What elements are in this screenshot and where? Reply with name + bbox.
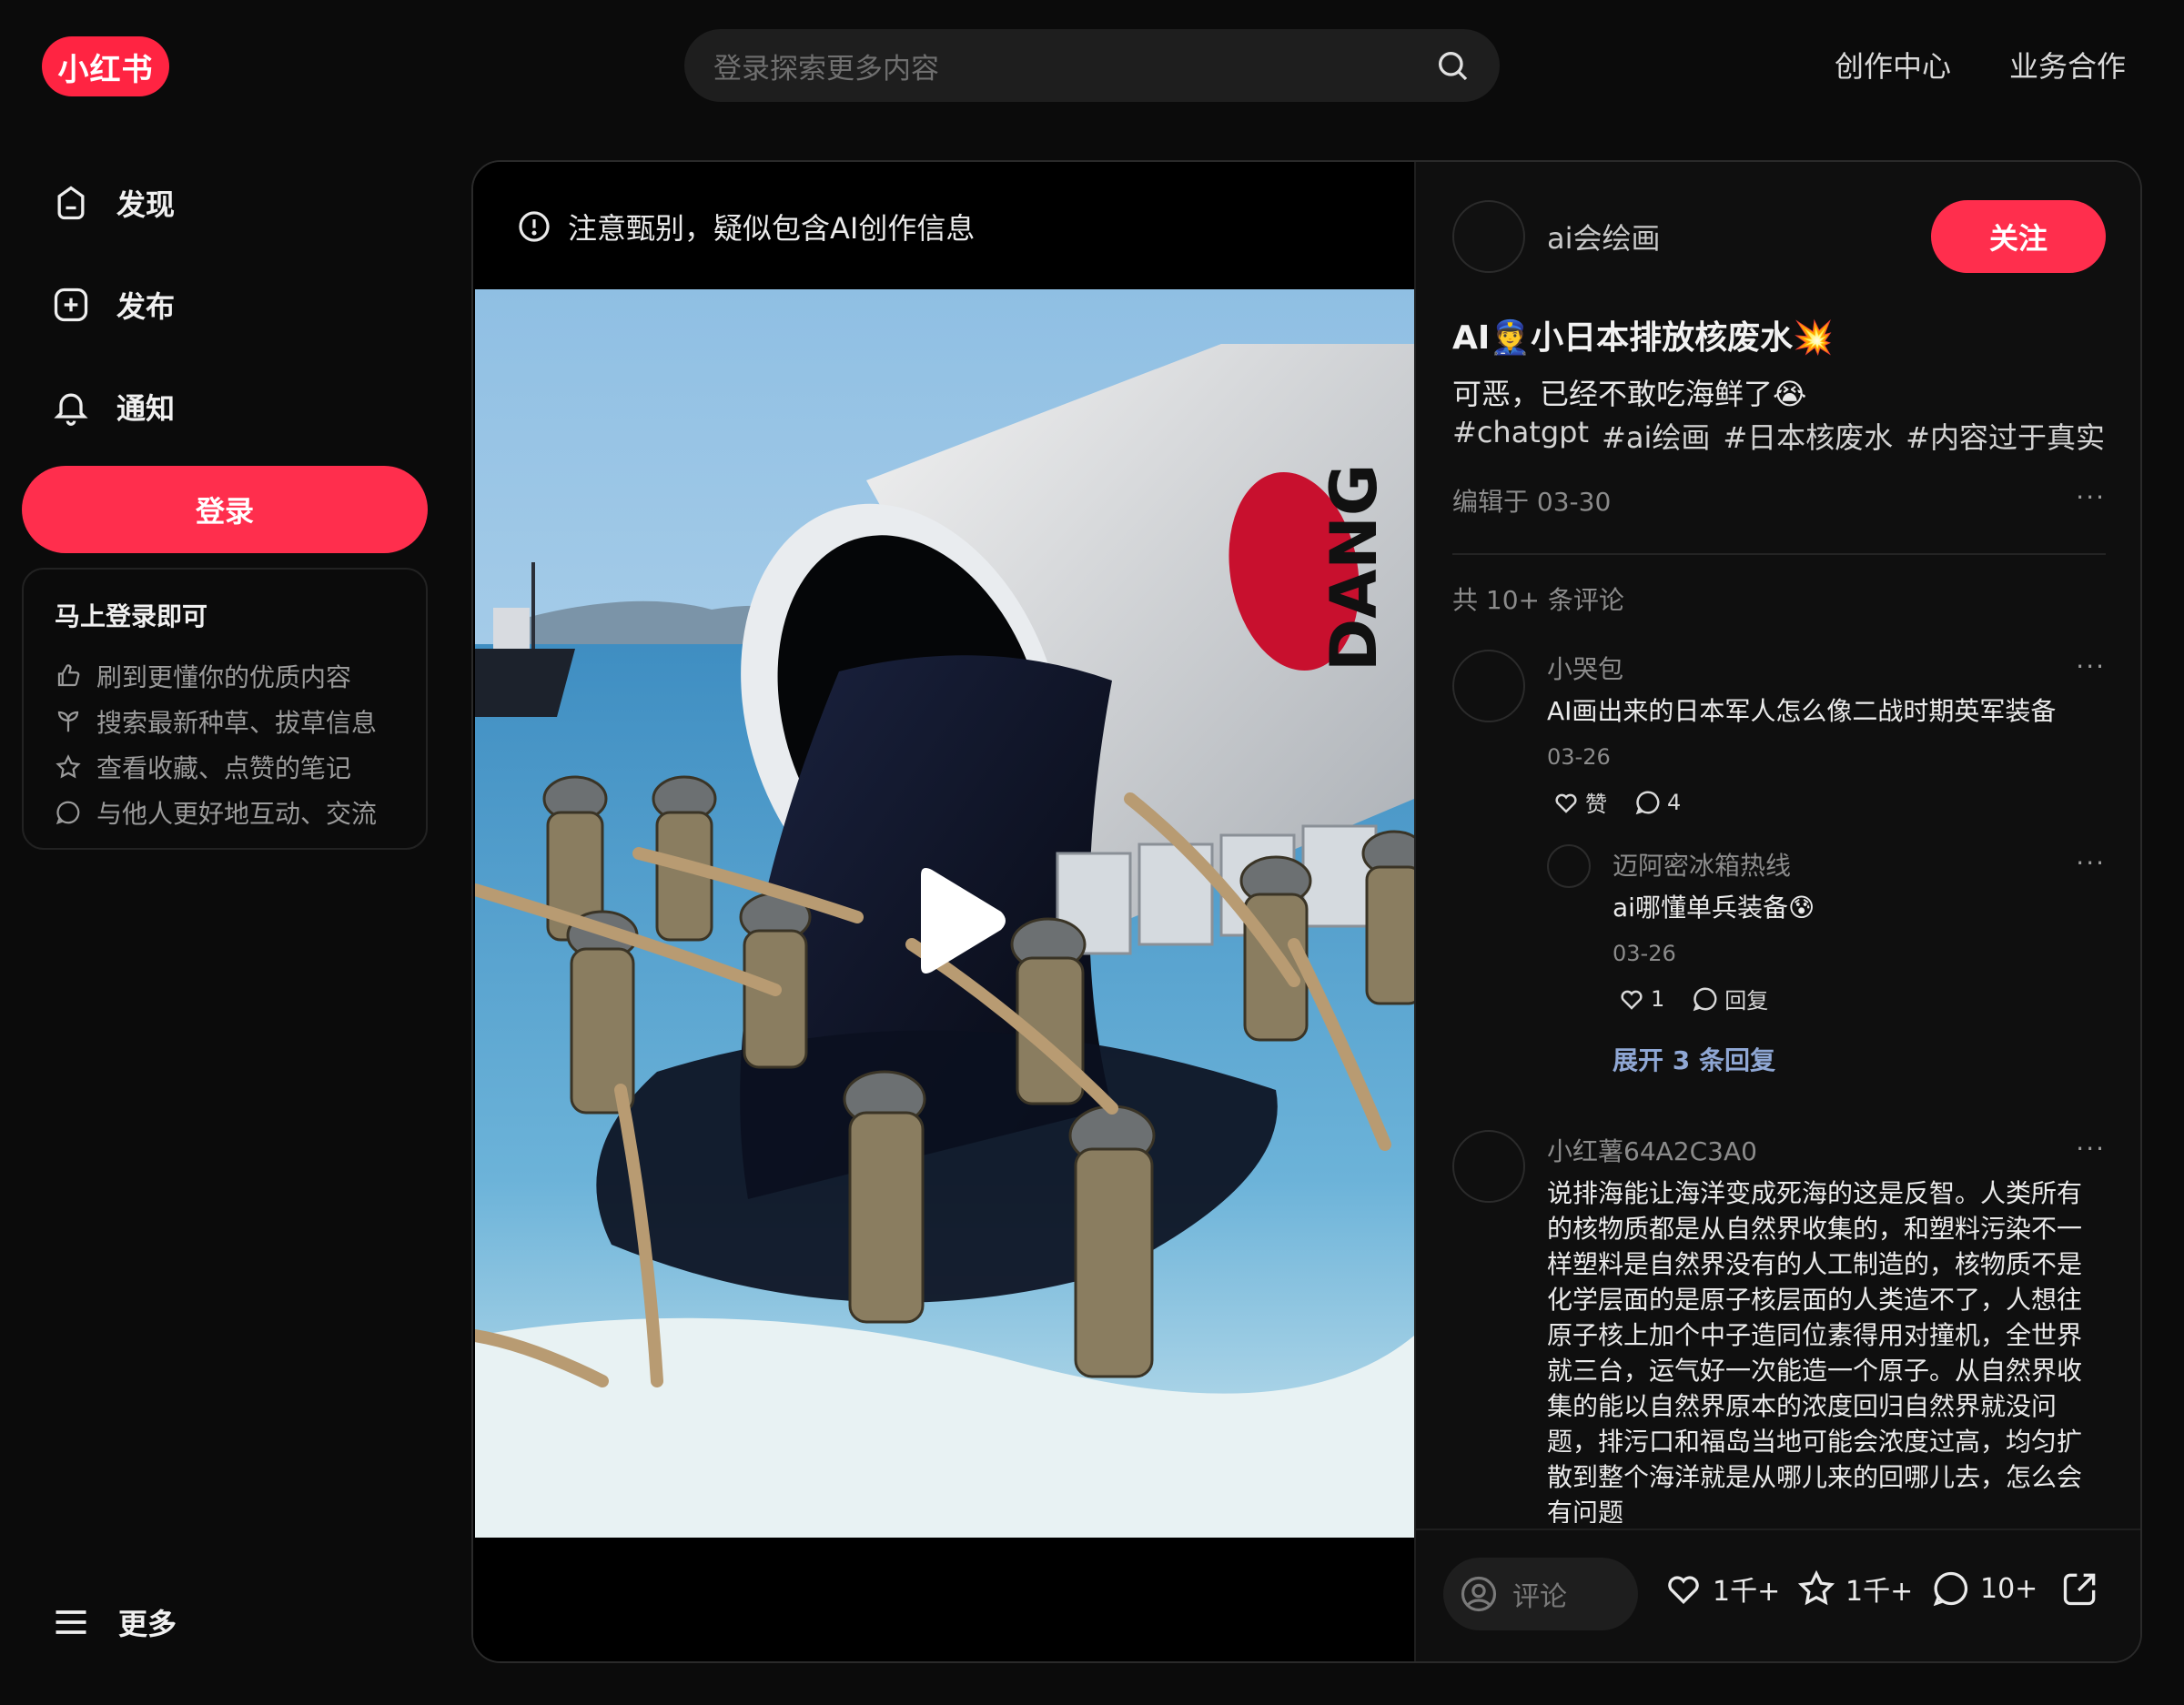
star-icon [1797, 1569, 1835, 1606]
sidebar-item-publish[interactable]: 发布 [51, 284, 175, 326]
commenter-name[interactable]: 小红薯64A2C3A0 [1547, 1132, 1757, 1168]
collect-button[interactable]: 1千+ [1796, 1569, 1913, 1609]
benefit-item: 与他人更好地互动、交流 [55, 790, 395, 835]
reply-reply-button[interactable]: 回复 [1692, 983, 1768, 1014]
author-name[interactable]: ai会绘画 [1547, 216, 1661, 257]
divider [1452, 553, 2106, 555]
note-card: 注意甄别，疑似包含AI创作信息 DANG ai会绘画 关注 AI👮小日本排放核废… [471, 160, 2142, 1663]
home-icon [57, 186, 85, 220]
reply-more-icon[interactable]: ··· [2076, 848, 2106, 878]
logo[interactable]: 小红书 [42, 36, 169, 96]
tag-link[interactable]: #chatgpt [1452, 415, 1589, 457]
edit-date: 编辑于 03-30 [1452, 487, 1612, 517]
search-input[interactable]: 登录探索更多内容 [713, 45, 1434, 86]
interaction-bar: 评论 1千+ 1千+ 10+ [1416, 1528, 2140, 1661]
reply-text: ai哪懂单兵装备😰 [1613, 893, 1815, 923]
comment-reply-button[interactable]: 4 [1634, 789, 1681, 816]
replier-avatar[interactable] [1547, 844, 1591, 888]
comment-more-icon[interactable]: ··· [2076, 651, 2106, 681]
heart-icon [1621, 990, 1643, 1010]
commenter-avatar[interactable] [1452, 650, 1525, 722]
nav-business[interactable]: 业务合作 [2009, 44, 2126, 86]
replier-name[interactable]: 迈阿密冰箱热线 [1613, 846, 1791, 883]
thumb-up-icon [57, 664, 80, 687]
menu-icon [56, 1610, 86, 1634]
comment-actions: 赞 4 [1552, 786, 1681, 818]
login-card-title: 马上登录即可 [55, 601, 208, 631]
more-menu[interactable]: 更多 [51, 1601, 177, 1643]
heart-icon [1555, 793, 1577, 813]
search-icon[interactable] [1434, 47, 1471, 84]
chat-icon [1635, 790, 1660, 814]
heart-icon [1668, 1576, 1699, 1605]
user-avatar-icon [1461, 1576, 1497, 1612]
comment-date: 03-26 [1547, 744, 1611, 770]
share-button[interactable] [2060, 1569, 2100, 1609]
sidebar-item-notify[interactable]: 通知 [51, 386, 175, 428]
note-tags: #chatgpt #ai绘画 #日本核废水 #内容过于真实 [1452, 415, 2105, 457]
reply-actions: 1 回复 [1618, 983, 1768, 1014]
login-benefits-card: 马上登录即可 刷到更懂你的优质内容 搜索最新种草、拔草信息 查看收藏、点赞的笔记… [22, 568, 428, 850]
comment-text: 说排海能让海洋变成死海的这是反智。人类所有的核物质都是从自然界收集的，和塑料污染… [1547, 1178, 2083, 1523]
benefit-item: 搜索最新种草、拔草信息 [55, 699, 395, 744]
media-viewer[interactable]: 注意甄别，疑似包含AI创作信息 DANG [473, 162, 1414, 1661]
note-more-icon[interactable]: ··· [2076, 482, 2106, 512]
chat-icon [1933, 1571, 1968, 1607]
star-icon [56, 754, 81, 779]
login-button[interactable]: 登录 [22, 466, 428, 553]
chat-icon [56, 801, 80, 825]
comment-count: 共 10+ 条评论 [1452, 585, 1624, 615]
note-title: AI👮小日本排放核废水💥 [1452, 319, 1834, 357]
like-button[interactable]: 1千+ [1663, 1569, 1780, 1609]
comment-more-icon[interactable]: ··· [2076, 1134, 2106, 1164]
reply-date: 03-26 [1613, 941, 1676, 966]
comment-text: AI画出来的日本军人怎么像二战时期英军装备 [1547, 696, 2057, 726]
sprout-icon [57, 711, 79, 732]
alert-circle-icon [519, 211, 550, 242]
play-icon[interactable] [901, 864, 1010, 977]
bell-icon [54, 393, 88, 426]
chat-icon [1693, 986, 1717, 1011]
share-icon [2063, 1573, 2096, 1606]
author-avatar[interactable] [1452, 200, 1525, 273]
plus-square-icon [54, 288, 88, 322]
comment-input[interactable]: 评论 [1443, 1558, 1638, 1630]
commenter-avatar[interactable] [1452, 1130, 1525, 1203]
expand-replies-link[interactable]: 展开 3 条回复 [1613, 1041, 1775, 1077]
sidebar-item-discover[interactable]: 发现 [51, 182, 175, 224]
note-detail-panel: ai会绘画 关注 AI👮小日本排放核废水💥 可恶，已经不敢吃海鲜了😭 #chat… [1414, 162, 2140, 1661]
tag-link[interactable]: #日本核废水 [1723, 415, 1893, 457]
benefit-item: 刷到更懂你的优质内容 [55, 653, 395, 699]
note-description: 可恶，已经不敢吃海鲜了😭 [1452, 377, 1807, 411]
commenter-name[interactable]: 小哭包 [1547, 650, 1623, 686]
benefit-item: 查看收藏、点赞的笔记 [55, 744, 395, 790]
author-info[interactable]: ai会绘画 [1452, 200, 1661, 273]
follow-button[interactable]: 关注 [1931, 200, 2106, 273]
comment-like-button[interactable]: 赞 [1552, 786, 1607, 818]
comment-button[interactable]: 10+ [1931, 1569, 2037, 1609]
svg-text:DANG: DANG [1317, 464, 1391, 671]
nav-creator-center[interactable]: 创作中心 [1835, 44, 1951, 86]
tag-link[interactable]: #ai绘画 [1602, 415, 1710, 457]
ai-notice: 注意甄别，疑似包含AI创作信息 [517, 206, 975, 247]
search-bar[interactable]: 登录探索更多内容 [684, 29, 1500, 102]
tag-link[interactable]: #内容过于真实 [1906, 415, 2105, 457]
reply-like-button[interactable]: 1 [1618, 985, 1664, 1013]
